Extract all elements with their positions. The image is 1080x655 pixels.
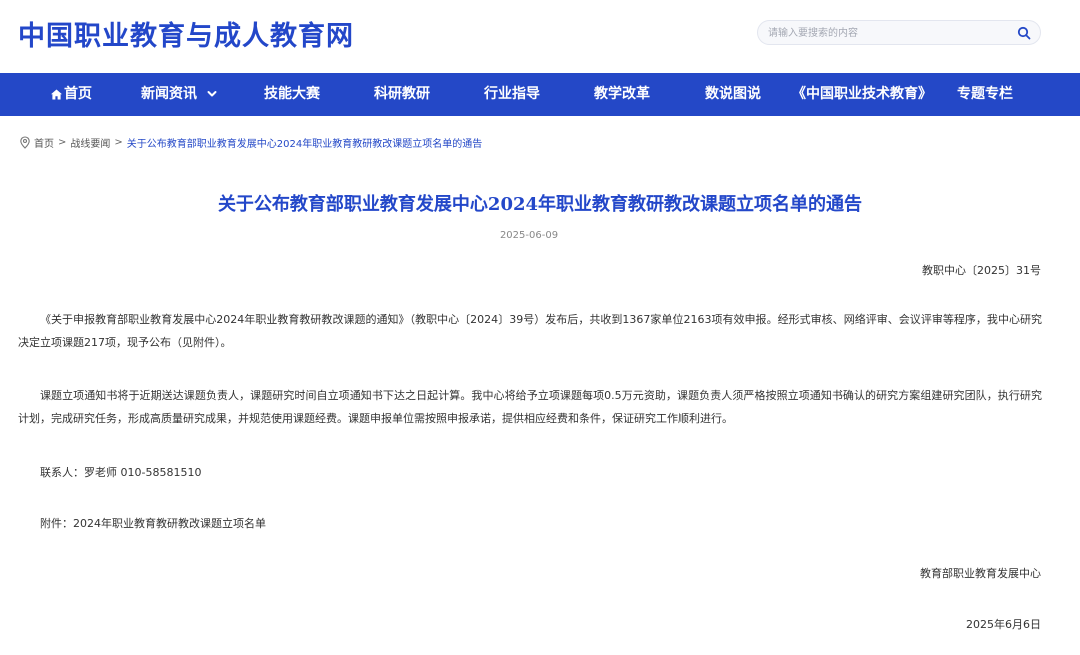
nav-item-teaching-reform[interactable]: 教学改革 [594, 73, 650, 116]
breadcrumb-section[interactable]: 战线要闻 [70, 135, 110, 150]
nav-item-journal[interactable]: 《中国职业技术教育》 [792, 73, 932, 116]
nav-item-research[interactable]: 科研教研 [374, 73, 430, 116]
search-input[interactable] [768, 24, 1008, 42]
site-logo-title[interactable]: 中国职业教育与成人教育网 [18, 14, 354, 53]
nav-item-home[interactable]: 首页 [50, 73, 92, 116]
signature-organization: 教育部职业教育发展中心 [920, 567, 1041, 580]
nav-item-special-topics[interactable]: 专题专栏 [957, 73, 1013, 116]
chevron-down-icon [207, 91, 217, 97]
nav-label: 首页 [64, 86, 92, 102]
search-icon[interactable] [1016, 25, 1032, 41]
contact-line: 联系人：罗老师 010-58581510 [40, 466, 202, 479]
attachment-line[interactable]: 附件：2024年职业教育教研教改课题立项名单 [18, 512, 1042, 535]
nav-item-news[interactable]: 新闻资讯 [141, 73, 218, 116]
nav-item-industry-guidance[interactable]: 行业指导 [484, 73, 540, 116]
site-header: 中国职业教育与成人教育网 [0, 0, 1080, 73]
breadcrumb-separator: > [114, 136, 123, 148]
main-nav: 首页 新闻资讯 技能大赛 科研教研 行业指导 教学改革 数说图说 《中国职业技术… [0, 73, 1080, 116]
nav-item-skills-competition[interactable]: 技能大赛 [264, 73, 320, 116]
article-paragraph: 课题立项通知书将于近期送达课题负责人，课题研究时间自立项通知书下达之日起计算。我… [18, 389, 1042, 425]
breadcrumb: 首页 > 战线要闻 > 关于公布教育部职业教育发展中心2024年职业教育教研教改… [19, 134, 482, 150]
search-box [757, 20, 1041, 45]
breadcrumb-home[interactable]: 首页 [34, 135, 54, 150]
article-paragraph: 《关于申报教育部职业教育发展中心2024年职业教育教研教改课题的通知》（教职中心… [18, 313, 1042, 349]
article-date: 2025-06-09 [499, 230, 559, 241]
document-number: 教职中心〔2025〕31号 [922, 264, 1041, 277]
breadcrumb-separator: > [58, 136, 67, 148]
breadcrumb-current[interactable]: 关于公布教育部职业教育发展中心2024年职业教育教研教改课题立项名单的通告 [127, 135, 482, 150]
signature-date: 2025年6月6日 [966, 618, 1041, 631]
nav-item-data-graphics[interactable]: 数说图说 [705, 73, 761, 116]
nav-label: 新闻资讯 [141, 86, 197, 102]
home-icon [51, 89, 62, 99]
article-title: 关于公布教育部职业教育发展中心2024年职业教育教研教改课题立项名单的通告 [217, 194, 863, 215]
location-pin-icon [20, 135, 30, 149]
